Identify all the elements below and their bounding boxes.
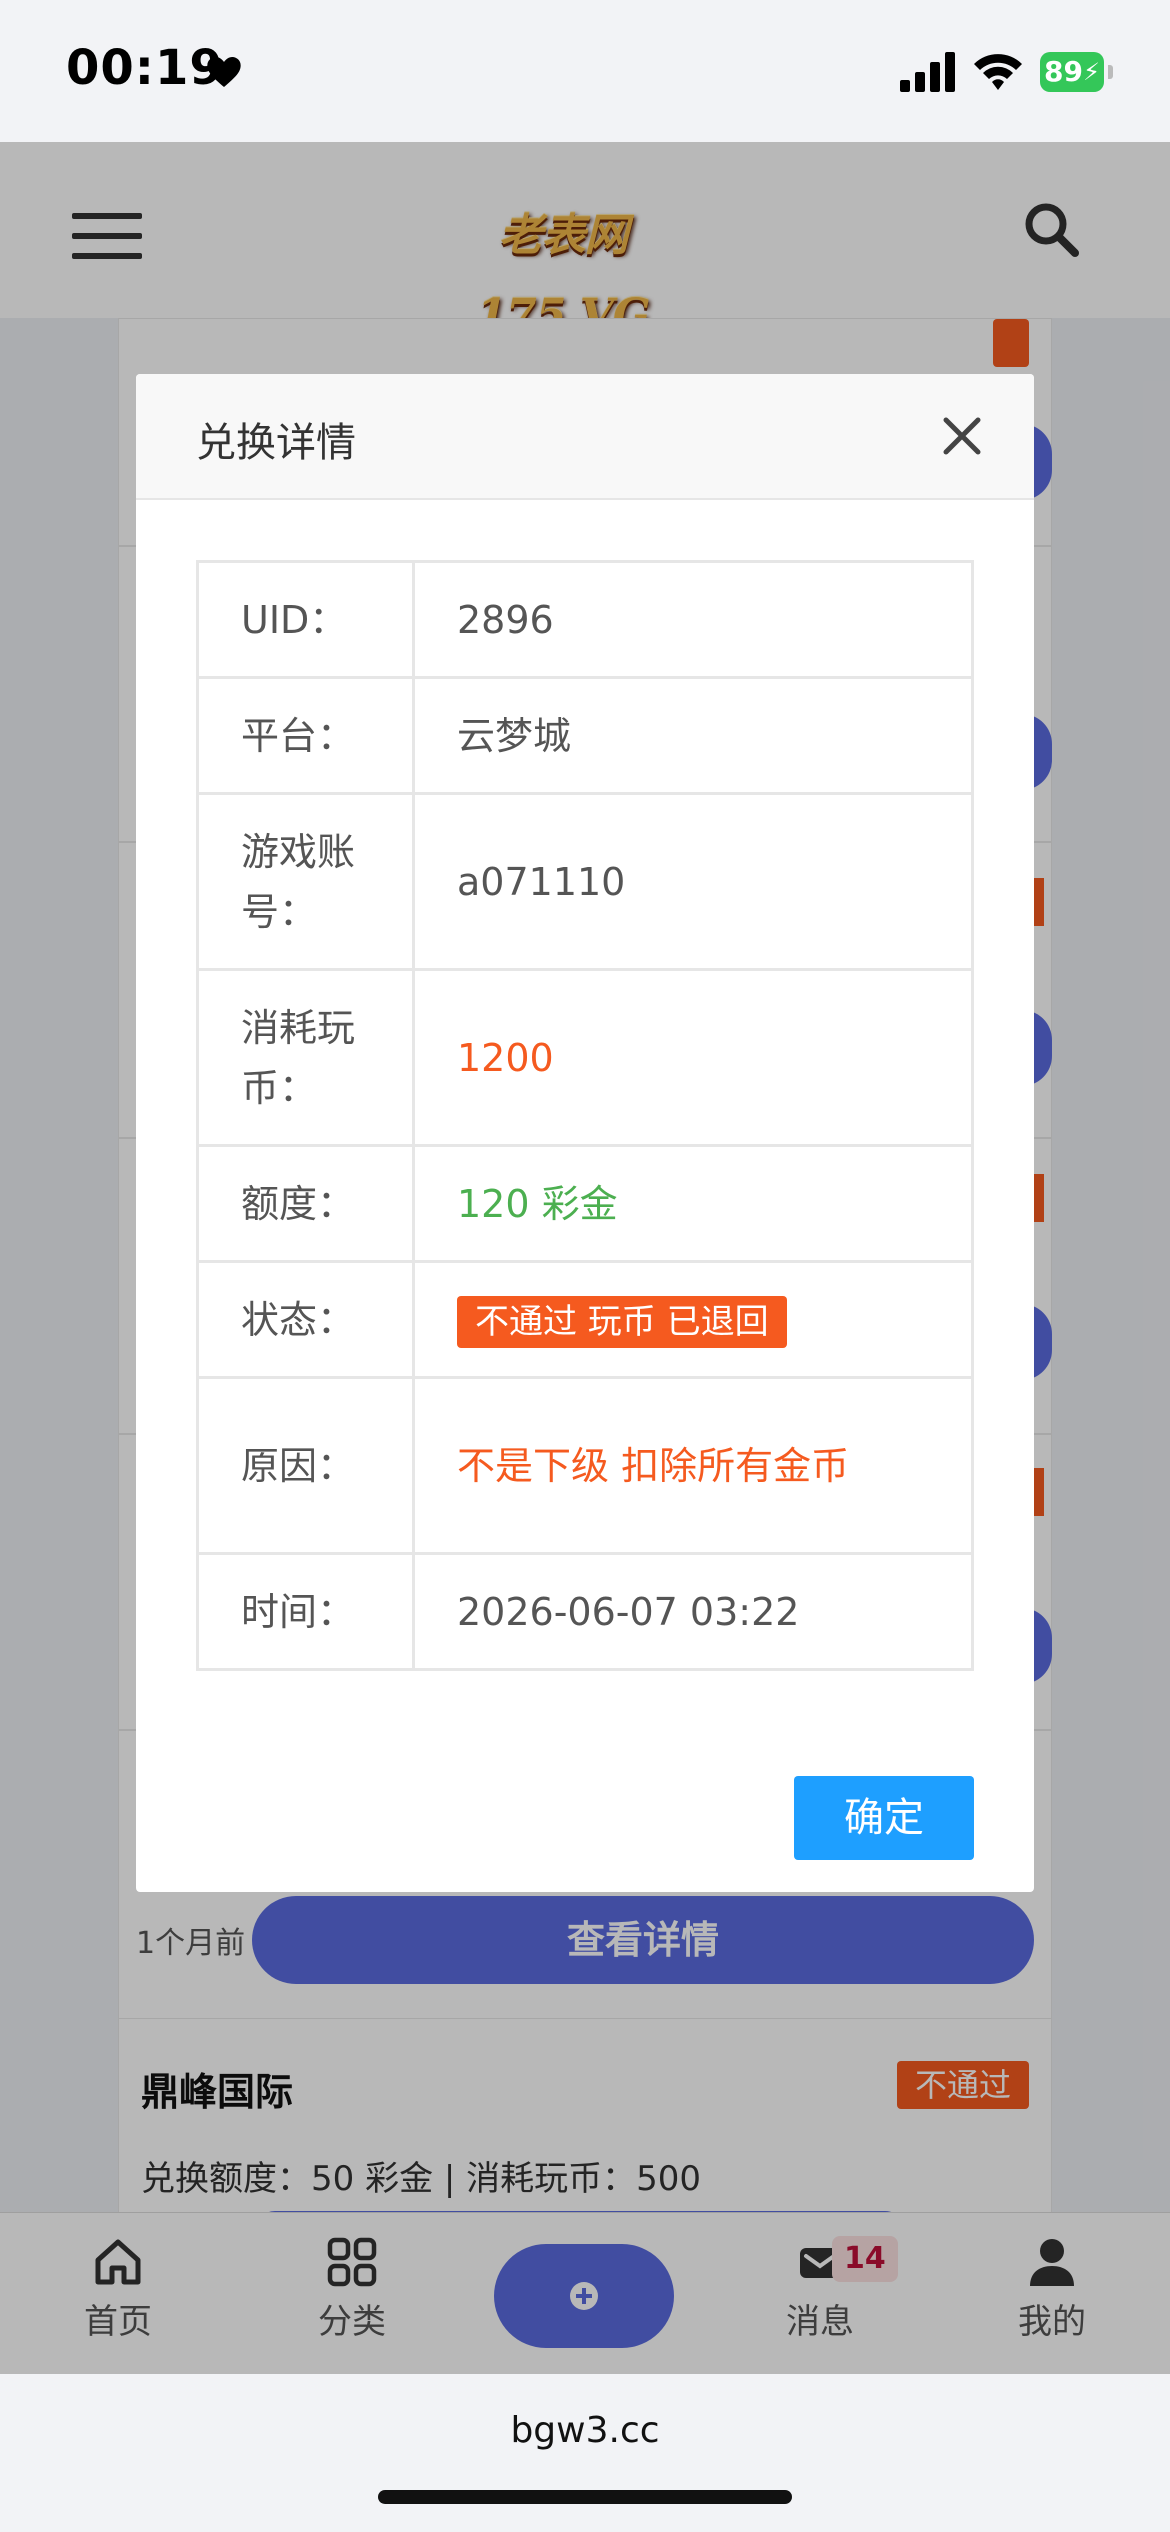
- cellular-signal-icon: [900, 52, 955, 92]
- reason-value: 不是下级 扣除所有金币: [412, 1376, 974, 1555]
- row-label: 时间：: [196, 1552, 415, 1671]
- uid-value: 2896: [412, 560, 974, 679]
- dialog-title: 兑换详情: [196, 420, 356, 466]
- row-label: 额度：: [196, 1144, 415, 1263]
- table-row-status: 状态： 不通过 玩币 已退回: [196, 1260, 974, 1379]
- dialog-header: 兑换详情: [136, 374, 1034, 500]
- url-text[interactable]: bgw3.cc: [0, 2410, 1170, 2451]
- table-row-platform: 平台： 云梦城: [196, 676, 974, 795]
- row-label: 平台：: [196, 676, 415, 795]
- coins-spent-value: 1200: [412, 968, 974, 1147]
- amount-value: 120 彩金: [412, 1144, 974, 1263]
- detail-table: UID： 2896 平台： 云梦城 游戏账号： a071110 消耗玩币： 12…: [196, 560, 974, 1671]
- row-label: 状态：: [196, 1260, 415, 1379]
- row-label: 原因：: [196, 1376, 415, 1555]
- game-account-value: a071110: [412, 792, 974, 971]
- table-row-time: 时间： 2026-06-07 03:22: [196, 1552, 974, 1671]
- table-row-uid: UID： 2896: [196, 560, 974, 679]
- exchange-detail-dialog: 兑换详情 UID： 2896 平台： 云梦城 游戏账号： a071110 消耗玩…: [136, 374, 1034, 1892]
- status-time: 00:19: [66, 40, 224, 96]
- battery-cap: [1108, 65, 1113, 79]
- status-cell: 不通过 玩币 已退回: [412, 1260, 974, 1379]
- platform-value: 云梦城: [412, 676, 974, 795]
- status-badge: 不通过 玩币 已退回: [457, 1295, 787, 1348]
- confirm-button[interactable]: 确定: [794, 1776, 974, 1860]
- close-icon[interactable]: [942, 416, 982, 456]
- charging-bolt-icon: ⚡: [1083, 58, 1100, 86]
- battery-indicator: 89 ⚡: [1040, 52, 1113, 92]
- wifi-icon: [974, 54, 1022, 90]
- row-label: 消耗玩币：: [196, 968, 415, 1147]
- table-row-game-account: 游戏账号： a071110: [196, 792, 974, 971]
- row-label: UID：: [196, 560, 415, 679]
- time-value: 2026-06-07 03:22: [412, 1552, 974, 1671]
- browser-address-bar[interactable]: [0, 2374, 1170, 2532]
- table-row-reason: 原因： 不是下级 扣除所有金币: [196, 1376, 974, 1555]
- table-row-amount: 额度： 120 彩金: [196, 1144, 974, 1263]
- home-indicator[interactable]: [378, 2490, 792, 2504]
- heart-icon: [207, 57, 241, 87]
- table-row-coins-spent: 消耗玩币： 1200: [196, 968, 974, 1147]
- row-label: 游戏账号：: [196, 792, 415, 971]
